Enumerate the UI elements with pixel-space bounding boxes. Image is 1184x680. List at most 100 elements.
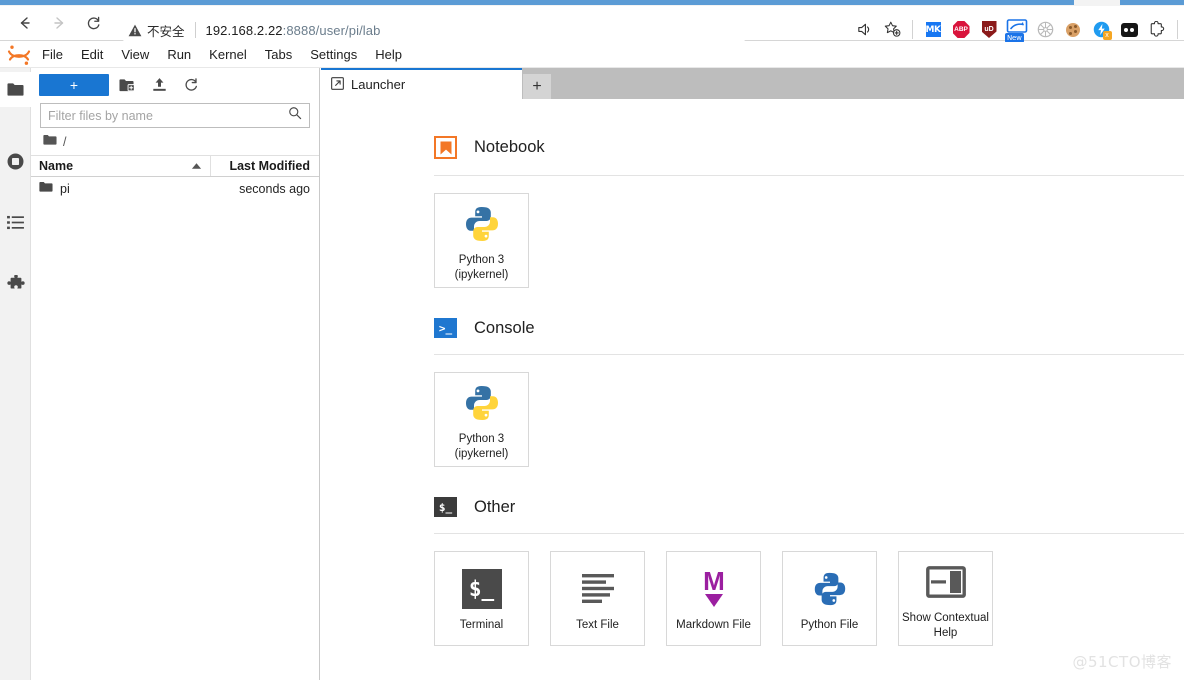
toolbar-divider-right (1177, 20, 1178, 39)
python-file-icon (811, 564, 849, 614)
launcher-section-console-header: >_ Console (321, 318, 1184, 338)
extension-adblockplus-icon[interactable]: ABP (947, 16, 975, 44)
menu-file[interactable]: File (33, 44, 72, 65)
column-header-name[interactable]: Name (31, 156, 211, 176)
active-browser-tab[interactable] (0, 0, 1074, 5)
folder-icon (43, 134, 57, 149)
card-label-line2: Help (933, 626, 958, 639)
launcher-card-terminal[interactable]: $_ Terminal (434, 551, 529, 646)
card-label-line1: Show Contextual (902, 612, 989, 625)
refresh-icon[interactable] (177, 73, 205, 97)
extension-puzzle-icon[interactable] (1143, 16, 1171, 44)
column-header-last-modified[interactable]: Last Modified (211, 159, 319, 173)
warning-triangle-icon (128, 24, 142, 37)
back-icon[interactable] (8, 8, 42, 38)
security-status-label: 不安全 (147, 23, 185, 39)
terminal-icon: $_ (461, 564, 502, 614)
console-prompt-icon: >_ (434, 318, 457, 338)
launcher-card-text-file[interactable]: Text File (550, 551, 645, 646)
jupyter-logo-icon (5, 44, 33, 66)
list-item-modified: seconds ago (239, 181, 310, 196)
list-item[interactable]: pi seconds ago (31, 177, 319, 200)
sidebar-item-command-palette[interactable] (0, 205, 31, 240)
card-label-line1: Python 3 (458, 254, 505, 267)
extension-gray-wheel-icon[interactable] (1031, 16, 1059, 44)
search-icon[interactable] (288, 106, 302, 125)
markdown-icon: M (694, 564, 734, 614)
terminal-dollar-glyph: $_ (461, 569, 502, 610)
menu-kernel[interactable]: Kernel (200, 44, 256, 65)
folder-icon (39, 181, 53, 196)
launcher-section-notebook-header: Notebook (321, 136, 1184, 159)
new-launcher-button[interactable]: + (39, 74, 109, 96)
list-item-name: pi (60, 181, 70, 196)
filter-files-field[interactable] (40, 103, 310, 128)
menu-view[interactable]: View (112, 44, 158, 65)
reload-icon[interactable] (76, 8, 110, 38)
add-favorite-icon[interactable] (878, 16, 906, 44)
launcher-card-markdown-file[interactable]: M Markdown File (666, 551, 761, 646)
menu-edit[interactable]: Edit (72, 44, 112, 65)
launcher-cards-other: $_ Terminal Text File M Markdown File Py… (321, 551, 1184, 646)
extension-new-badge: New (1005, 32, 1024, 43)
extension-ublock-icon[interactable]: uD (975, 16, 1003, 44)
menu-settings[interactable]: Settings (301, 44, 366, 65)
launcher-card-python-file[interactable]: Python File (782, 551, 877, 646)
upload-icon[interactable] (145, 73, 173, 97)
launcher-section-title: Console (474, 318, 535, 337)
launcher-cards-notebook: Python 3 (ipykernel) (321, 193, 1184, 288)
sidebar-item-running-terminals[interactable] (0, 144, 31, 179)
extension-mk-label: MK (925, 22, 941, 37)
launcher-card-python3-notebook[interactable]: Python 3 (ipykernel) (434, 193, 529, 288)
read-aloud-icon[interactable] (850, 16, 878, 44)
jupyterlab-activity-bar (0, 68, 31, 680)
terminal-dollar-icon: $_ (434, 497, 457, 517)
address-bar[interactable]: 不安全 192.168.2.22:8888/user/pi/lab (118, 17, 750, 43)
browser-tab-secondary[interactable] (1120, 0, 1184, 5)
launcher-card-label: Python 3 (ipykernel) (452, 432, 512, 461)
screenshot-root: 不安全 192.168.2.22:8888/user/pi/lab MK ABP… (0, 0, 1184, 680)
sort-ascending-icon[interactable] (191, 159, 202, 173)
launcher-cards-console: Python 3 (ipykernel) (321, 372, 1184, 467)
extension-ud-label: uD (981, 21, 997, 38)
browser-toolbar: 不安全 192.168.2.22:8888/user/pi/lab MK ABP… (0, 6, 1184, 44)
launcher-card-label: Show Contextual Help (899, 611, 992, 640)
python-logo-icon (462, 378, 502, 428)
launcher-card-label: Python File (800, 619, 859, 632)
card-label-line1: Python 3 (458, 433, 505, 446)
menu-help[interactable]: Help (366, 44, 411, 65)
launcher-card-label: Markdown File (676, 619, 751, 632)
extension-flash-badge: x (1102, 31, 1112, 40)
tab-launcher[interactable]: Launcher (321, 68, 522, 99)
url-text[interactable]: 192.168.2.22:8888/user/pi/lab (206, 23, 381, 38)
watermark: @51CTO博客 (1072, 653, 1172, 671)
extension-cookie-icon[interactable] (1059, 16, 1087, 44)
launcher-section-title: Notebook (474, 138, 545, 156)
launcher-section-other-header: $_ Other (321, 497, 1184, 517)
add-tab-button[interactable]: + (523, 74, 551, 99)
running-circle-icon (7, 153, 24, 170)
breadcrumb-root-label[interactable]: / (63, 135, 66, 149)
jupyterlab-menu-bar: File Edit View Run Kernel Tabs Settings … (0, 42, 1184, 68)
text-file-icon (578, 564, 618, 614)
new-folder-icon[interactable] (113, 73, 141, 97)
extension-mk-icon[interactable]: MK (919, 16, 947, 44)
extension-flash-icon[interactable]: x (1087, 16, 1115, 44)
launcher-panel: Notebook Python 3 (ipykernel) >_ Console… (321, 99, 1184, 680)
sidebar-item-extension-manager[interactable] (0, 266, 31, 301)
extension-abp-label: ABP (952, 21, 970, 38)
launcher-card-python3-console[interactable]: Python 3 (ipykernel) (434, 372, 529, 467)
sidebar-item-file-browser[interactable] (0, 72, 31, 107)
card-label-line2: (ipykernel) (454, 268, 509, 281)
extension-blackbox-icon[interactable] (1115, 16, 1143, 44)
contextual-help-icon (925, 557, 966, 607)
main-dock-area: Launcher + Notebook Python 3 (ipykernel)… (321, 68, 1184, 680)
section-divider (434, 354, 1184, 355)
toolbar-divider (912, 20, 913, 39)
menu-tabs[interactable]: Tabs (256, 44, 301, 65)
search-input[interactable] (48, 108, 288, 123)
extension-new-tab-icon[interactable]: New (1003, 16, 1031, 44)
menu-run[interactable]: Run (158, 44, 200, 65)
breadcrumb[interactable]: / (31, 128, 319, 155)
launcher-card-contextual-help[interactable]: Show Contextual Help (898, 551, 993, 646)
